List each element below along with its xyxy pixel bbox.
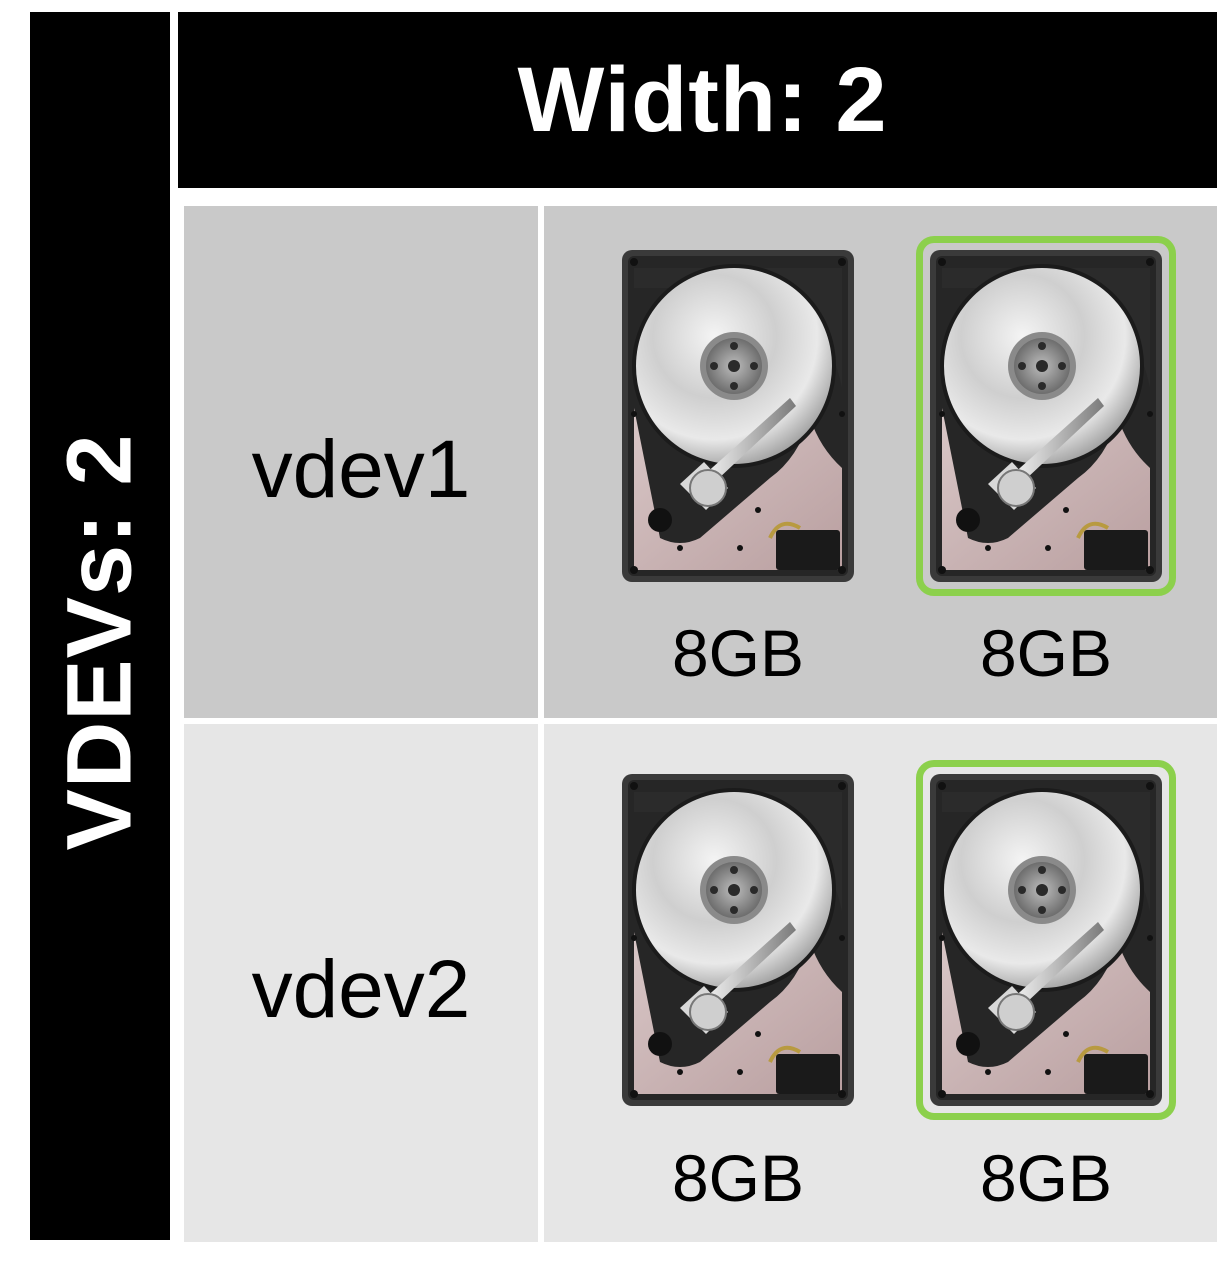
drive-capacity-label: 8GB [671,616,805,690]
vdev2-label: vdev2 [251,944,471,1035]
vdev1-label: vdev1 [251,424,471,515]
drive-capacity-label: 8GB [979,1141,1113,1215]
hard-drive-icon [916,760,1176,1120]
vdev-count-bar: VDEVs: 2 [30,12,170,1240]
drive-capacity-label: 8GB [671,1141,805,1215]
width-title: Width: 2 [517,48,888,151]
vdev-count-title: VDEVs: 2 [48,433,151,851]
width-header-bar: Width: 2 [178,12,1217,188]
hard-drive-icon [620,772,856,1108]
hard-drive-icon [916,236,1176,596]
hard-drive-icon [620,248,856,584]
drive-capacity-label: 8GB [979,616,1113,690]
